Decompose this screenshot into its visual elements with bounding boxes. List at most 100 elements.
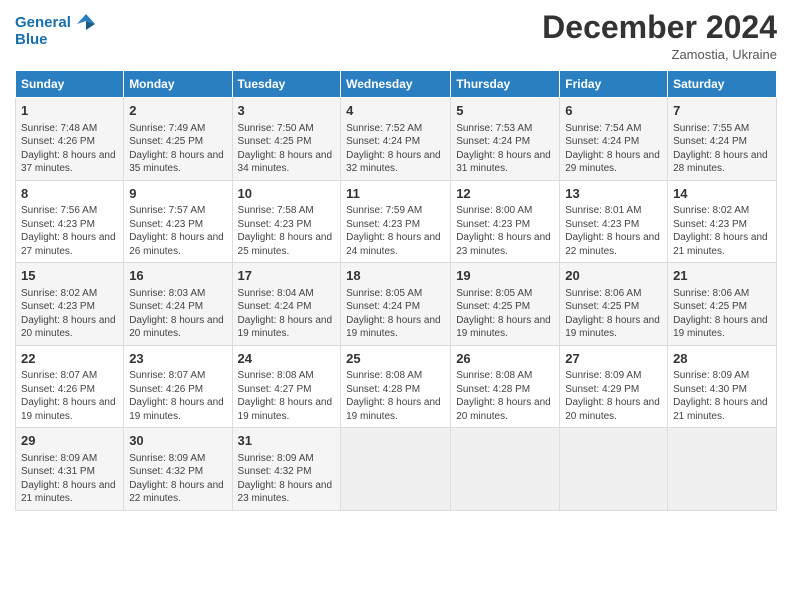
day-info: Sunrise: 8:01 AMSunset: 4:23 PMDaylight:… <box>565 204 662 258</box>
day-info: Sunrise: 7:57 AMSunset: 4:23 PMDaylight:… <box>129 204 226 258</box>
day-number: 19 <box>456 267 554 285</box>
calendar-cell <box>341 428 451 511</box>
calendar-cell: 3 Sunrise: 7:50 AMSunset: 4:25 PMDaylight… <box>232 98 341 181</box>
day-info: Sunrise: 7:59 AMSunset: 4:23 PMDaylight:… <box>346 204 445 258</box>
day-info: Sunrise: 7:49 AMSunset: 4:25 PMDaylight:… <box>129 122 226 176</box>
day-number: 1 <box>21 102 118 120</box>
calendar-cell: 6 Sunrise: 7:54 AMSunset: 4:24 PMDaylight… <box>560 98 668 181</box>
day-info: Sunrise: 7:55 AMSunset: 4:24 PMDaylight:… <box>673 122 771 176</box>
day-number: 20 <box>565 267 662 285</box>
calendar-cell: 18 Sunrise: 8:05 AMSunset: 4:24 PMDayligh… <box>341 263 451 346</box>
weekday-header-saturday: Saturday <box>668 71 777 98</box>
day-info: Sunrise: 8:05 AMSunset: 4:25 PMDaylight:… <box>456 287 554 341</box>
weekday-header-sunday: Sunday <box>16 71 124 98</box>
calendar-week-2: 8Sunrise: 7:56 AMSunset: 4:23 PMDaylight… <box>16 180 777 263</box>
calendar-cell: 23Sunrise: 8:07 AMSunset: 4:26 PMDayligh… <box>124 345 232 428</box>
calendar-cell: 31 Sunrise: 8:09 AMSunset: 4:32 PMDayligh… <box>232 428 341 511</box>
calendar-week-1: 1 Sunrise: 7:48 AMSunset: 4:26 PMDaylight… <box>16 98 777 181</box>
day-number: 29 <box>21 432 118 450</box>
calendar-cell: 21 Sunrise: 8:06 AMSunset: 4:25 PMDayligh… <box>668 263 777 346</box>
day-number: 8 <box>21 185 118 203</box>
calendar-cell: 12Sunrise: 8:00 AMSunset: 4:23 PMDayligh… <box>451 180 560 263</box>
day-number: 16 <box>129 267 226 285</box>
calendar-cell: 28Sunrise: 8:09 AMSunset: 4:30 PMDayligh… <box>668 345 777 428</box>
calendar-cell: 26Sunrise: 8:08 AMSunset: 4:28 PMDayligh… <box>451 345 560 428</box>
calendar-header-row: SundayMondayTuesdayWednesdayThursdayFrid… <box>16 71 777 98</box>
calendar-cell: 8Sunrise: 7:56 AMSunset: 4:23 PMDaylight… <box>16 180 124 263</box>
day-info: Sunrise: 8:03 AMSunset: 4:24 PMDaylight:… <box>129 287 226 341</box>
day-info: Sunrise: 8:08 AMSunset: 4:28 PMDaylight:… <box>346 369 445 423</box>
day-info: Sunrise: 8:05 AMSunset: 4:24 PMDaylight:… <box>346 287 445 341</box>
weekday-header-monday: Monday <box>124 71 232 98</box>
calendar-week-3: 15Sunrise: 8:02 AMSunset: 4:23 PMDayligh… <box>16 263 777 346</box>
calendar-cell: 4Sunrise: 7:52 AMSunset: 4:24 PMDaylight… <box>341 98 451 181</box>
day-number: 22 <box>21 350 118 368</box>
logo-text: General <box>15 15 71 32</box>
month-title: December 2024 <box>542 10 777 45</box>
page: General Blue December 2024 Zamostia, Ukr… <box>0 0 792 612</box>
weekday-header-wednesday: Wednesday <box>341 71 451 98</box>
calendar-cell <box>668 428 777 511</box>
day-info: Sunrise: 8:09 AMSunset: 4:30 PMDaylight:… <box>673 369 771 423</box>
day-number: 12 <box>456 185 554 203</box>
calendar-cell: 15Sunrise: 8:02 AMSunset: 4:23 PMDayligh… <box>16 263 124 346</box>
logo-bird-icon <box>73 10 99 36</box>
calendar-cell: 11Sunrise: 7:59 AMSunset: 4:23 PMDayligh… <box>341 180 451 263</box>
calendar-cell: 9Sunrise: 7:57 AMSunset: 4:23 PMDaylight… <box>124 180 232 263</box>
day-info: Sunrise: 7:52 AMSunset: 4:24 PMDaylight:… <box>346 122 445 176</box>
day-number: 6 <box>565 102 662 120</box>
day-info: Sunrise: 8:04 AMSunset: 4:24 PMDaylight:… <box>238 287 336 341</box>
calendar-week-5: 29 Sunrise: 8:09 AMSunset: 4:31 PMDayligh… <box>16 428 777 511</box>
weekday-header-tuesday: Tuesday <box>232 71 341 98</box>
calendar-cell: 5Sunrise: 7:53 AMSunset: 4:24 PMDaylight… <box>451 98 560 181</box>
day-number: 26 <box>456 350 554 368</box>
day-info: Sunrise: 8:09 AMSunset: 4:31 PMDaylight:… <box>21 452 118 506</box>
day-info: Sunrise: 8:02 AMSunset: 4:23 PMDaylight:… <box>673 204 771 258</box>
calendar-cell: 17 Sunrise: 8:04 AMSunset: 4:24 PMDayligh… <box>232 263 341 346</box>
day-info: Sunrise: 8:06 AMSunset: 4:25 PMDaylight:… <box>673 287 771 341</box>
day-number: 17 <box>238 267 336 285</box>
calendar-table: SundayMondayTuesdayWednesdayThursdayFrid… <box>15 70 777 511</box>
calendar-cell: 7Sunrise: 7:55 AMSunset: 4:24 PMDaylight… <box>668 98 777 181</box>
day-info: Sunrise: 7:58 AMSunset: 4:23 PMDaylight:… <box>238 204 336 258</box>
day-number: 3 <box>238 102 336 120</box>
day-info: Sunrise: 7:56 AMSunset: 4:23 PMDaylight:… <box>21 204 118 258</box>
day-number: 18 <box>346 267 445 285</box>
calendar-cell: 16 Sunrise: 8:03 AMSunset: 4:24 PMDayligh… <box>124 263 232 346</box>
day-number: 23 <box>129 350 226 368</box>
header: General Blue December 2024 Zamostia, Ukr… <box>15 10 777 62</box>
day-info: Sunrise: 8:06 AMSunset: 4:25 PMDaylight:… <box>565 287 662 341</box>
day-number: 2 <box>129 102 226 120</box>
day-number: 25 <box>346 350 445 368</box>
day-number: 13 <box>565 185 662 203</box>
day-info: Sunrise: 7:48 AMSunset: 4:26 PMDaylight:… <box>21 122 118 176</box>
calendar-cell: 29 Sunrise: 8:09 AMSunset: 4:31 PMDayligh… <box>16 428 124 511</box>
calendar-cell: 19 Sunrise: 8:05 AMSunset: 4:25 PMDayligh… <box>451 263 560 346</box>
day-info: Sunrise: 8:09 AMSunset: 4:32 PMDaylight:… <box>238 452 336 506</box>
calendar-cell: 10Sunrise: 7:58 AMSunset: 4:23 PMDayligh… <box>232 180 341 263</box>
day-number: 5 <box>456 102 554 120</box>
location: Zamostia, Ukraine <box>542 47 777 62</box>
day-number: 14 <box>673 185 771 203</box>
day-info: Sunrise: 8:09 AMSunset: 4:32 PMDaylight:… <box>129 452 226 506</box>
day-info: Sunrise: 8:07 AMSunset: 4:26 PMDaylight:… <box>21 369 118 423</box>
day-number: 31 <box>238 432 336 450</box>
day-number: 21 <box>673 267 771 285</box>
day-info: Sunrise: 7:54 AMSunset: 4:24 PMDaylight:… <box>565 122 662 176</box>
day-info: Sunrise: 8:08 AMSunset: 4:28 PMDaylight:… <box>456 369 554 423</box>
day-number: 28 <box>673 350 771 368</box>
calendar-cell: 22Sunrise: 8:07 AMSunset: 4:26 PMDayligh… <box>16 345 124 428</box>
day-info: Sunrise: 8:02 AMSunset: 4:23 PMDaylight:… <box>21 287 118 341</box>
calendar-cell: 25Sunrise: 8:08 AMSunset: 4:28 PMDayligh… <box>341 345 451 428</box>
weekday-header-friday: Friday <box>560 71 668 98</box>
calendar-cell <box>451 428 560 511</box>
title-block: December 2024 Zamostia, Ukraine <box>542 10 777 62</box>
calendar-cell <box>560 428 668 511</box>
calendar-cell: 14Sunrise: 8:02 AMSunset: 4:23 PMDayligh… <box>668 180 777 263</box>
day-info: Sunrise: 8:07 AMSunset: 4:26 PMDaylight:… <box>129 369 226 423</box>
calendar-cell: 2 Sunrise: 7:49 AMSunset: 4:25 PMDaylight… <box>124 98 232 181</box>
day-number: 24 <box>238 350 336 368</box>
day-info: Sunrise: 7:50 AMSunset: 4:25 PMDaylight:… <box>238 122 336 176</box>
day-number: 27 <box>565 350 662 368</box>
calendar-cell: 1 Sunrise: 7:48 AMSunset: 4:26 PMDaylight… <box>16 98 124 181</box>
